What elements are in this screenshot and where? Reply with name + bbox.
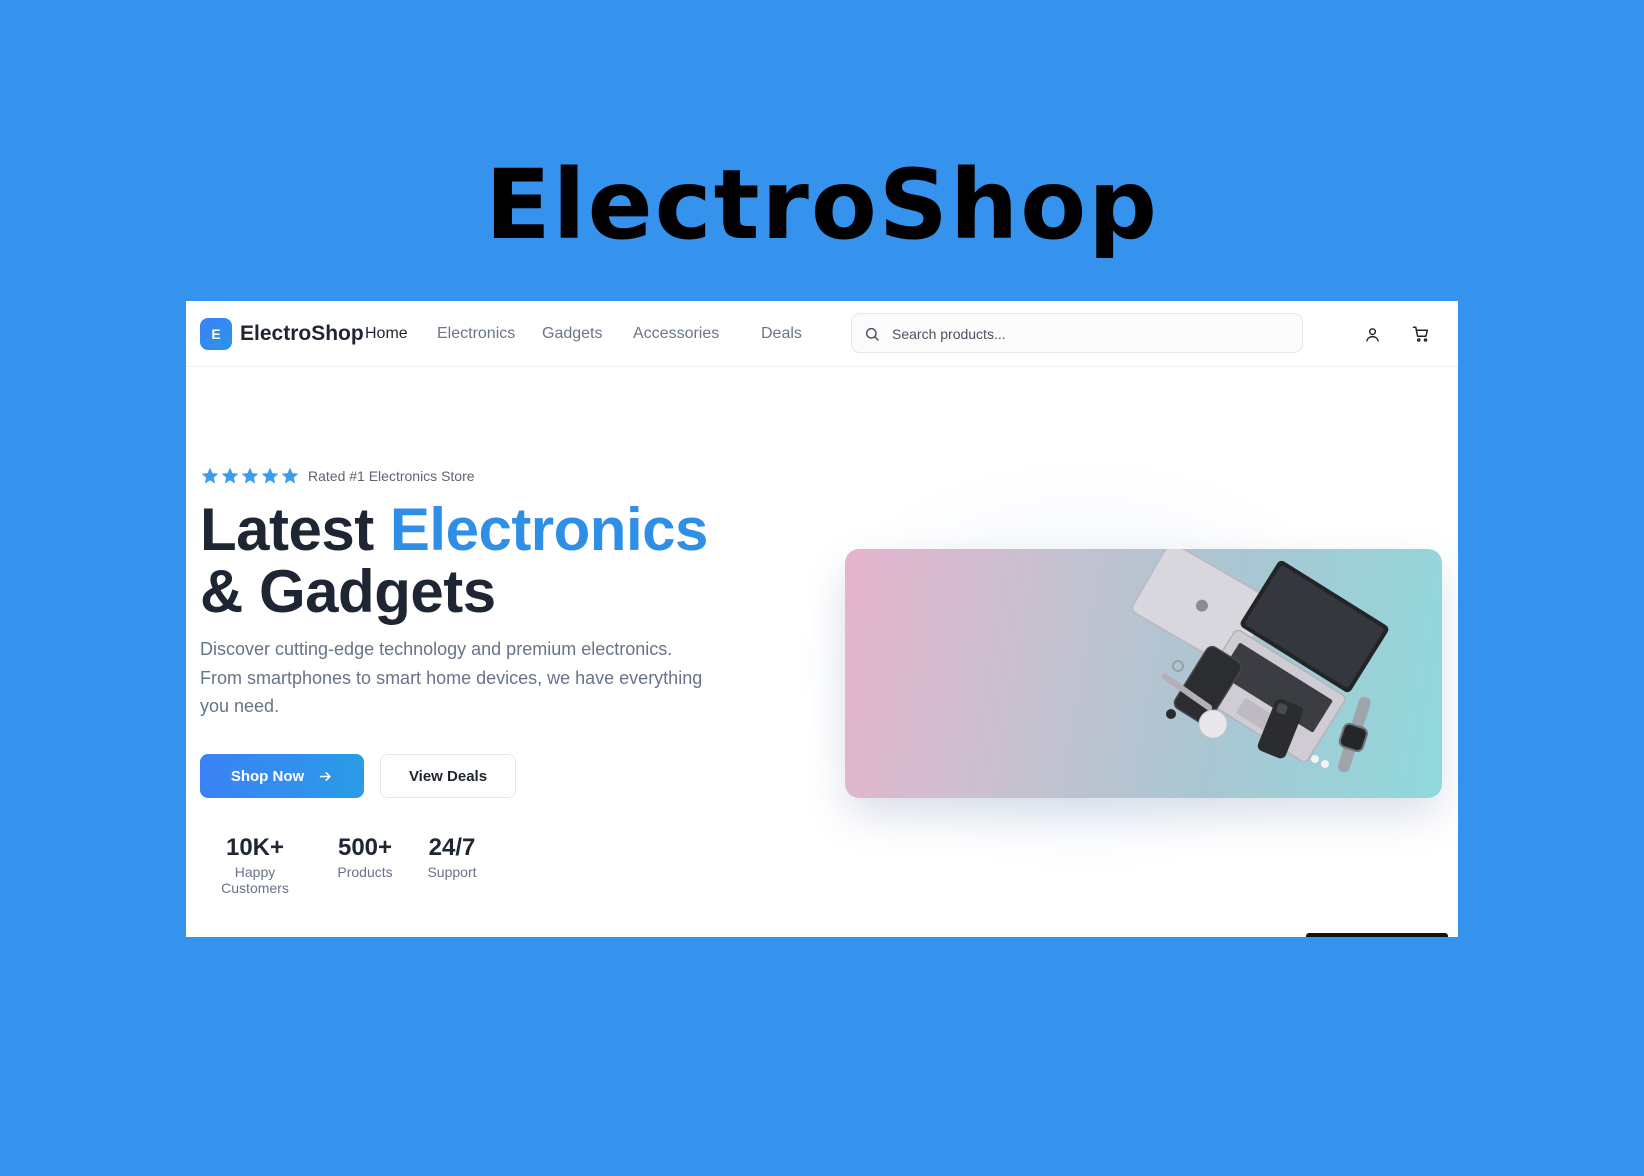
nav-link-electronics[interactable]: Electronics (437, 325, 515, 343)
shop-now-label: Shop Now (230, 767, 305, 785)
rating-stars (200, 466, 300, 486)
logo-badge[interactable]: E (200, 318, 232, 350)
stat-value: 500+ (337, 834, 393, 861)
search-input[interactable] (892, 323, 1292, 345)
stat-label: Products (337, 864, 393, 880)
user-icon (1365, 327, 1379, 342)
hero-product-image (845, 549, 1442, 798)
star-icon (201, 467, 219, 484)
search-bar (851, 313, 1303, 353)
earbud-right (1321, 760, 1329, 768)
headline-accent: Electronics (389, 496, 708, 563)
stat-value: 10K+ (225, 834, 285, 861)
star-icon (261, 467, 279, 484)
hero-headline: Latest Electronics & Gadgets (200, 499, 708, 623)
earbud-item (1166, 709, 1176, 719)
account-button[interactable] (1361, 323, 1383, 345)
headline-part1: Latest (200, 496, 390, 563)
stat-value: 24/7 (428, 834, 476, 861)
ring-item (1172, 660, 1184, 672)
earbud-left (1311, 755, 1319, 763)
brand-name[interactable]: ElectroShop (240, 322, 364, 346)
nav-link-deals[interactable]: Deals (761, 325, 802, 343)
nav-link-accessories[interactable]: Accessories (633, 325, 719, 343)
search-icon (865, 327, 879, 341)
nav-link-gadgets[interactable]: Gadgets (542, 325, 602, 343)
rating-text: Rated #1 Electronics Store (308, 468, 475, 484)
view-deals-button[interactable]: View Deals (380, 754, 516, 798)
cart-button[interactable] (1410, 323, 1432, 345)
star-icon (281, 467, 299, 484)
hero-description: Discover cutting-edge technology and pre… (200, 639, 703, 716)
speaker-item (1198, 709, 1228, 739)
star-icon (221, 467, 239, 484)
hero-section: Rated #1 Electronics Store Latest Electr… (186, 367, 1458, 937)
rating-row: Rated #1 Electronics Store (200, 466, 475, 486)
nav-link-home[interactable]: Home (365, 325, 408, 343)
headline-part2: & Gadgets (200, 558, 496, 625)
browser-window: E ElectroShop Home Electronics Gadgets A… (186, 301, 1458, 937)
top-navbar: E ElectroShop Home Electronics Gadgets A… (186, 301, 1458, 367)
stat-label: Support (427, 864, 477, 880)
stat-products: 500+ Products (332, 834, 398, 880)
shop-now-button[interactable]: Shop Now (200, 754, 364, 798)
arrow-right-icon (319, 771, 331, 781)
cart-icon (1412, 326, 1429, 342)
stat-support: 24/7 Support (424, 834, 480, 880)
bottom-dark-strip (1306, 933, 1448, 937)
stat-customers: 10K+ Happy Customers (200, 834, 310, 896)
banner-title: ElectroShop (485, 149, 1159, 261)
devices-illustration (1131, 549, 1389, 773)
stat-label: Happy Customers (221, 864, 289, 896)
star-icon (241, 467, 259, 484)
